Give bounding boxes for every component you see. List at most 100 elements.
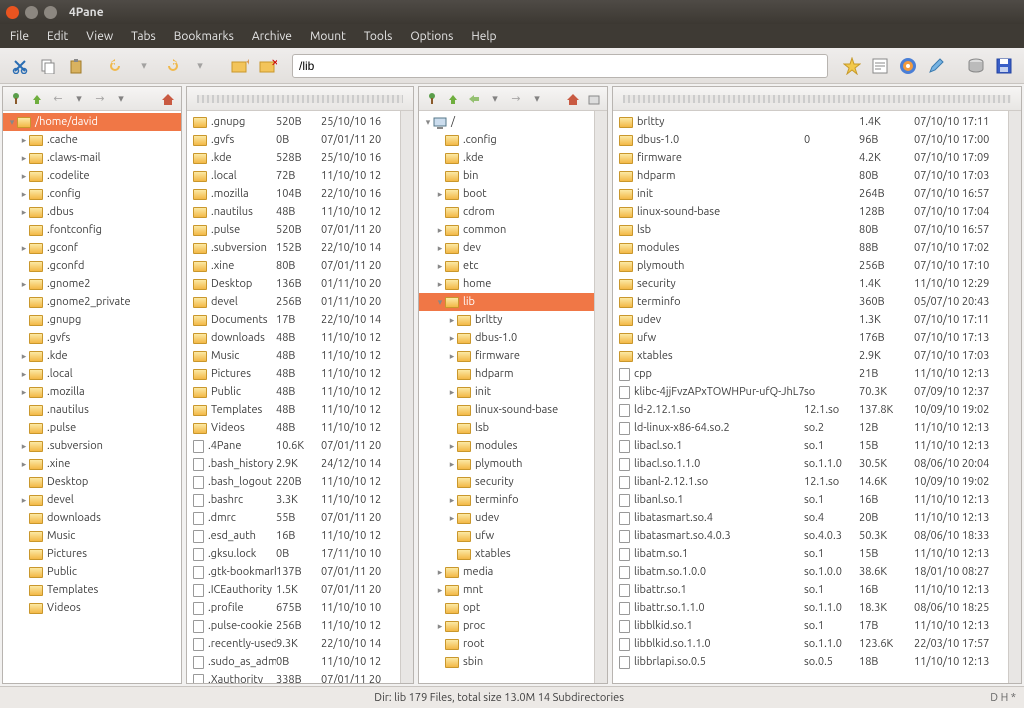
tree-item[interactable]: ▸media — [419, 563, 594, 581]
list-item[interactable]: .gnupg520B25/10/10 16 — [187, 113, 400, 131]
menu-help[interactable]: Help — [471, 30, 496, 43]
scrollbar[interactable] — [400, 111, 413, 683]
expander-icon[interactable]: ▸ — [435, 225, 445, 236]
back-menu-icon[interactable]: ▾ — [486, 90, 504, 108]
right-list-view[interactable]: brltty1.4K07/10/10 17:11dbus-1.0096B07/1… — [613, 111, 1008, 683]
fwd-icon[interactable]: → — [91, 90, 109, 108]
expander-icon[interactable]: ▸ — [435, 585, 445, 596]
expander-icon[interactable]: ▸ — [19, 369, 29, 380]
list-item[interactable]: Videos48B11/10/10 12 — [187, 419, 400, 437]
list-item[interactable]: .bashrc3.3K11/10/10 12 — [187, 491, 400, 509]
tree-item[interactable]: ▸init — [419, 383, 594, 401]
paste-icon[interactable] — [64, 54, 88, 78]
expander-icon[interactable]: ▸ — [435, 189, 445, 200]
list-item[interactable]: firmware4.2K07/10/10 17:09 — [613, 149, 1008, 167]
expander-icon[interactable]: ▸ — [19, 387, 29, 398]
save-icon[interactable] — [992, 54, 1016, 78]
pencil-icon[interactable] — [924, 54, 948, 78]
expander-icon[interactable]: ▸ — [19, 135, 29, 146]
list-item[interactable]: .gvfs0B07/01/11 20 — [187, 131, 400, 149]
tree-item[interactable]: ▸.mozilla — [3, 383, 181, 401]
list-item[interactable]: libattr.so.1.1.0so.1.1.018.3K08/06/10 18… — [613, 599, 1008, 617]
tree-item[interactable]: .gvfs — [3, 329, 181, 347]
list-item[interactable]: modules88B07/10/10 17:02 — [613, 239, 1008, 257]
browser-icon[interactable] — [896, 54, 920, 78]
undo-icon[interactable] — [104, 54, 128, 78]
list-item[interactable]: downloads48B11/10/10 12 — [187, 329, 400, 347]
list-item[interactable]: ufw176B07/10/10 17:13 — [613, 329, 1008, 347]
list-item[interactable]: libacl.so.1.1.0so.1.1.030.5K08/06/10 20:… — [613, 455, 1008, 473]
tree-item[interactable]: ▸.claws-mail — [3, 149, 181, 167]
expander-icon[interactable]: ▸ — [19, 189, 29, 200]
expander-icon[interactable]: ▸ — [435, 243, 445, 254]
editor-icon[interactable] — [868, 54, 892, 78]
list-item[interactable]: xtables2.9K07/10/10 17:03 — [613, 347, 1008, 365]
expander-icon[interactable]: ▸ — [447, 495, 457, 506]
list-item[interactable]: .xine80B07/01/11 20 — [187, 257, 400, 275]
expander-icon[interactable]: ▾ — [7, 117, 17, 128]
tree-icon[interactable] — [7, 90, 25, 108]
expander-icon[interactable]: ▸ — [19, 279, 29, 290]
expander-icon[interactable]: ▸ — [447, 459, 457, 470]
tree-item[interactable]: Pictures — [3, 545, 181, 563]
tree-item[interactable]: ▸terminfo — [419, 491, 594, 509]
tree-item[interactable]: ▸.gnome2 — [3, 275, 181, 293]
list-item[interactable]: klibc-4jjFvzAPxTOWHPur-ufQ-JhL76c.soso70… — [613, 383, 1008, 401]
expander-icon[interactable]: ▸ — [19, 153, 29, 164]
list-item[interactable]: libattr.so.1so.116B11/10/10 12:13 — [613, 581, 1008, 599]
up-icon[interactable] — [28, 90, 46, 108]
menu-options[interactable]: Options — [410, 30, 453, 43]
cut-icon[interactable] — [8, 54, 32, 78]
tree-item[interactable]: ▸mnt — [419, 581, 594, 599]
expander-icon[interactable]: ▸ — [447, 315, 457, 326]
tree-item[interactable]: ▸.xine — [3, 455, 181, 473]
expander-icon[interactable]: ▸ — [19, 171, 29, 182]
tree-item[interactable]: .gconfd — [3, 257, 181, 275]
expander-icon[interactable]: ▸ — [447, 441, 457, 452]
list-item[interactable]: hdparm80B07/10/10 17:03 — [613, 167, 1008, 185]
expander-icon[interactable]: ▸ — [435, 261, 445, 272]
pane-grip-icon[interactable] — [197, 95, 403, 103]
tree-item[interactable]: root — [419, 635, 594, 653]
back-icon[interactable] — [465, 90, 483, 108]
list-item[interactable]: Music48B11/10/10 12 — [187, 347, 400, 365]
close-icon[interactable] — [6, 6, 19, 19]
list-item[interactable]: .4Pane10.6K07/01/11 20 — [187, 437, 400, 455]
copy-icon[interactable] — [36, 54, 60, 78]
home-icon[interactable] — [564, 90, 582, 108]
tree-item[interactable]: ▸.cache — [3, 131, 181, 149]
list-item[interactable]: libatasmart.so.4.0.3so.4.0.350.3K08/06/1… — [613, 527, 1008, 545]
list-item[interactable]: .kde528B25/10/10 16 — [187, 149, 400, 167]
scrollbar[interactable] — [594, 111, 607, 683]
list-item[interactable]: Documents17B22/10/10 14 — [187, 311, 400, 329]
fwd-menu-icon[interactable]: ▾ — [528, 90, 546, 108]
expander-icon[interactable]: ▸ — [19, 459, 29, 470]
list-item[interactable]: .Xauthority338B07/01/11 20 — [187, 671, 400, 683]
list-item[interactable]: .bash_logout220B11/10/10 12 — [187, 473, 400, 491]
expander-icon[interactable]: ▸ — [19, 441, 29, 452]
menu-archive[interactable]: Archive — [252, 30, 292, 43]
minimize-icon[interactable] — [25, 6, 38, 19]
tree-item[interactable]: Videos — [3, 599, 181, 617]
menu-mount[interactable]: Mount — [310, 30, 346, 43]
redo-menu-icon[interactable]: ▾ — [188, 54, 212, 78]
list-item[interactable]: devel256B01/11/10 20 — [187, 293, 400, 311]
menu-view[interactable]: View — [86, 30, 113, 43]
tree-item[interactable]: ▸.codelite — [3, 167, 181, 185]
tree-item[interactable]: xtables — [419, 545, 594, 563]
tree-item[interactable]: .gnome2_private — [3, 293, 181, 311]
list-item[interactable]: udev1.3K07/10/10 17:11 — [613, 311, 1008, 329]
delete-folder-icon[interactable]: ✕ — [256, 54, 280, 78]
home-icon[interactable] — [159, 90, 177, 108]
pane-grip-icon[interactable] — [623, 95, 1011, 103]
tree-item[interactable]: ▸.config — [3, 185, 181, 203]
list-item[interactable]: Public48B11/10/10 12 — [187, 383, 400, 401]
tree-item[interactable]: opt — [419, 599, 594, 617]
list-item[interactable]: libblkid.so.1.1.0so.1.1.0123.6K22/03/10 … — [613, 635, 1008, 653]
tree-item[interactable]: ▾/home/david — [3, 113, 181, 131]
tree-item[interactable]: Public — [3, 563, 181, 581]
tree-item[interactable]: ▸etc — [419, 257, 594, 275]
list-item[interactable]: cpp21B11/10/10 12:13 — [613, 365, 1008, 383]
tree-item[interactable]: ▸common — [419, 221, 594, 239]
root-icon[interactable] — [585, 90, 603, 108]
